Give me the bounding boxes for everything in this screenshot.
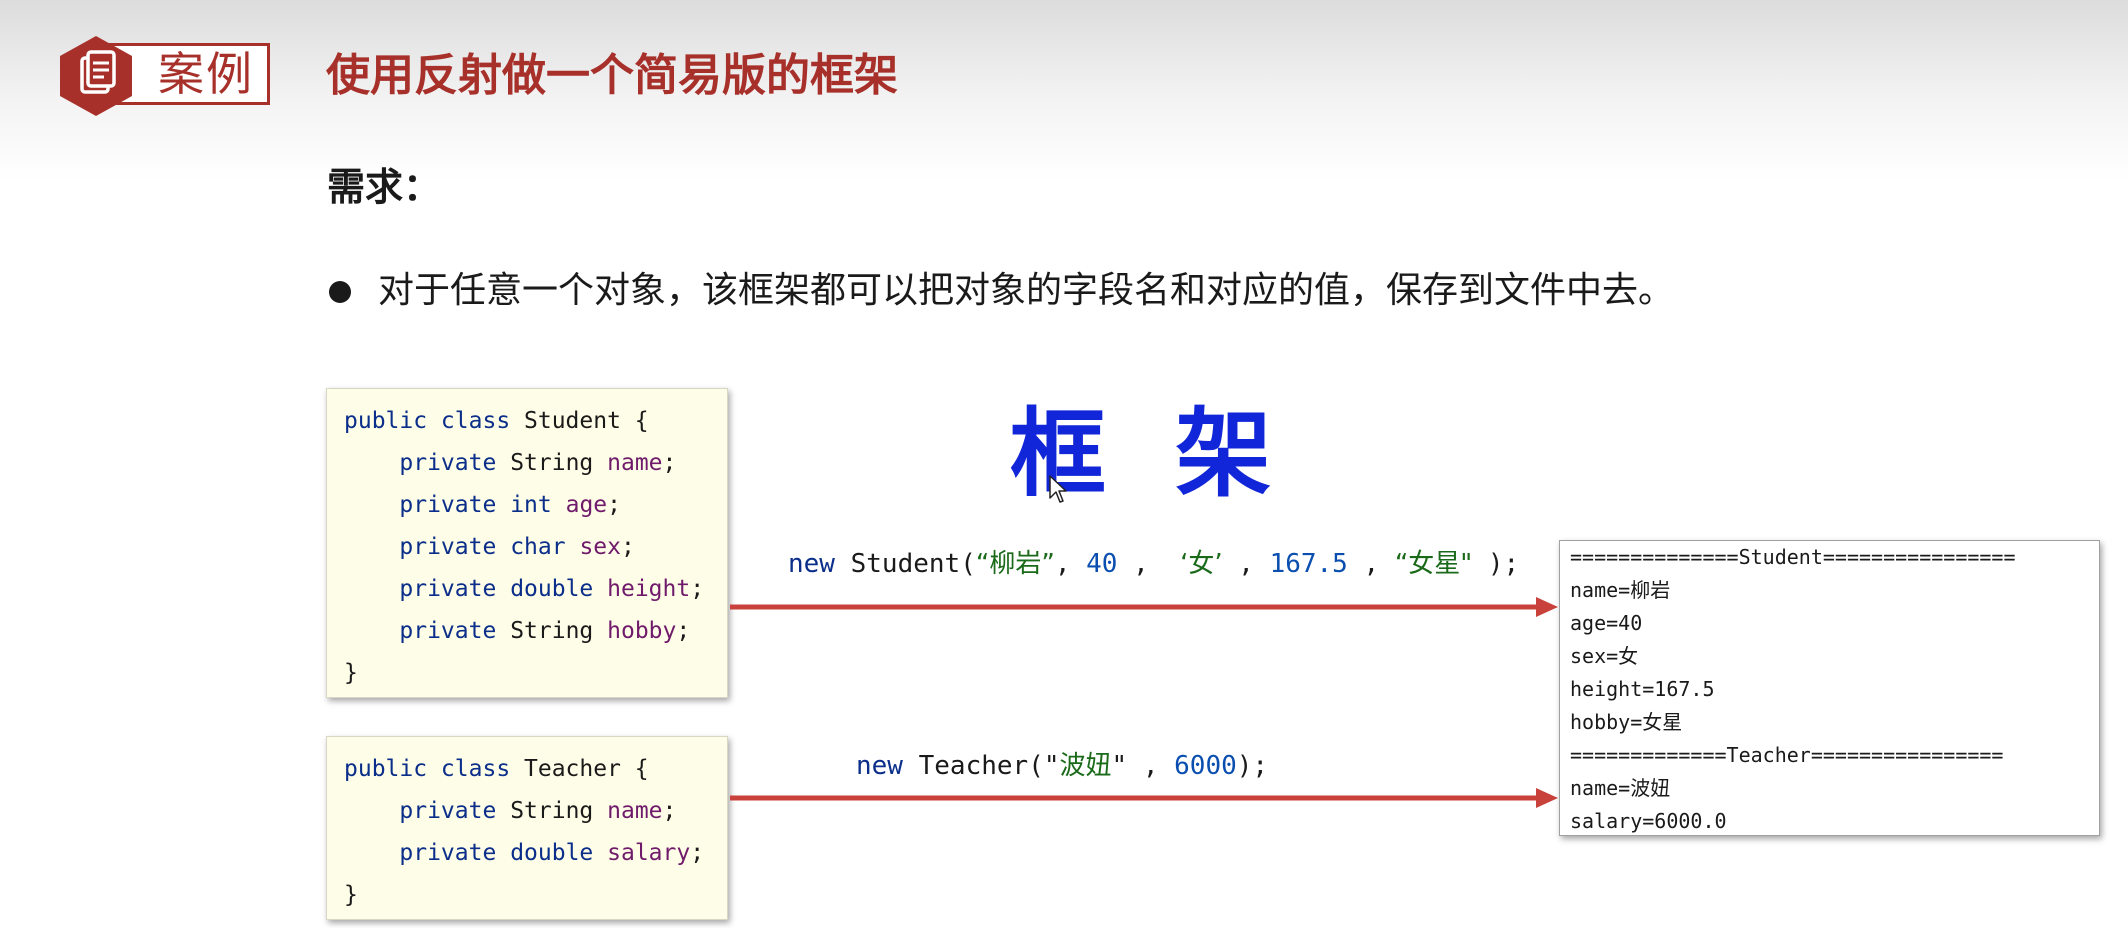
code-modifier: private [399,576,497,602]
output-line: name=波妞 [1570,776,1671,800]
call-end: ); [1472,549,1520,579]
code-keyword: public class [344,408,511,434]
call-arg-salary: 6000 [1174,751,1237,781]
teacher-constructor-call: new Teacher("波妞" , 6000); [856,748,1268,784]
code-line-field: private String name; [399,450,677,476]
code-line-field: private int age; [399,492,621,518]
output-line: height=167.5 [1570,677,1715,701]
requirement-bullet: 对于任意一个对象，该框架都可以把对象的字段名和对应的值，保存到文件中去。 [378,270,1675,311]
code-field-name: salary [607,840,691,866]
code-field-name: hobby [607,618,677,644]
output-line: salary=6000.0 [1570,809,1727,833]
call-keyword: new [856,751,903,781]
call-arg-age: 40 [1086,549,1118,579]
code-class-name: Teacher { [510,756,649,782]
case-badge-label: 案例 [158,47,254,101]
code-type: char [510,534,566,560]
output-line: sex=女 [1570,644,1639,668]
code-modifier: private [399,798,497,824]
code-line-class-header: public class Student { [344,400,649,442]
student-class-code: public class Student { private String na… [326,388,728,698]
code-line-field: private String hobby; [399,618,691,644]
call-class-name: Student( [834,549,976,579]
code-type: String [510,618,594,644]
call-separator: , [1117,549,1181,579]
student-arrowhead [1536,597,1558,617]
code-line-field: private char sex; [399,534,635,560]
call-end: ); [1236,751,1269,781]
code-type: String [510,798,594,824]
call-arg-name: “柳岩” [975,549,1055,579]
call-arg-sex: ‘女’ [1180,549,1223,579]
document-icon [60,36,132,116]
code-line-field: private String name; [399,798,677,824]
call-separator: , [1054,549,1087,579]
code-line-field: private double height; [399,576,705,602]
teacher-class-code: public class Teacher { private String na… [326,736,728,920]
code-line-class-header: public class Teacher { [344,748,649,790]
code-field-name: height [607,576,691,602]
code-modifier: private [399,840,497,866]
code-type: int [510,492,552,518]
code-type: String [510,450,594,476]
call-keyword: new [788,549,835,579]
call-separator: " , [1111,751,1175,781]
code-modifier: private [399,492,497,518]
output-line: =============Teacher================ [1570,743,2004,767]
case-badge: 案例 [58,34,278,116]
call-separator: , [1222,549,1270,579]
bullet-dot-icon [329,281,351,303]
code-type: double [510,576,594,602]
code-field-name: name [607,798,663,824]
requirements-heading: 需求： [327,165,442,209]
code-field-name: sex [579,534,621,560]
call-arg-height: 167.5 [1269,549,1348,579]
output-file-panel: ==============Student================ na… [1559,540,2100,836]
student-constructor-call: new Student(“柳岩”, 40 , ‘女’ , 167.5 , “女星… [788,546,1519,582]
output-line: age=40 [1570,611,1643,635]
teacher-arrowhead [1536,788,1558,808]
page-title: 使用反射做一个简易版的框架 [326,50,898,101]
call-separator: , [1347,549,1395,579]
code-line-field: private double salary; [399,840,705,866]
mouse-cursor-icon [1049,475,1067,503]
output-line: hobby=女星 [1570,710,1683,734]
output-line: name=柳岩 [1570,578,1671,602]
header-gradient [0,0,2128,180]
code-modifier: private [399,534,497,560]
output-line: ==============Student================ [1570,545,2016,569]
call-class-name: Teacher(" [902,751,1060,781]
call-arg-hobby: “女星" [1394,549,1473,579]
code-field-name: name [607,450,663,476]
call-arg-name: 波妞 [1059,751,1112,781]
code-line-closing: } [344,882,358,908]
code-type: double [510,840,594,866]
code-modifier: private [399,450,497,476]
code-field-name: age [565,492,608,518]
code-modifier: private [399,618,497,644]
code-line-closing: } [344,660,358,686]
code-keyword: public class [344,756,511,782]
code-class-name: Student { [510,408,649,434]
